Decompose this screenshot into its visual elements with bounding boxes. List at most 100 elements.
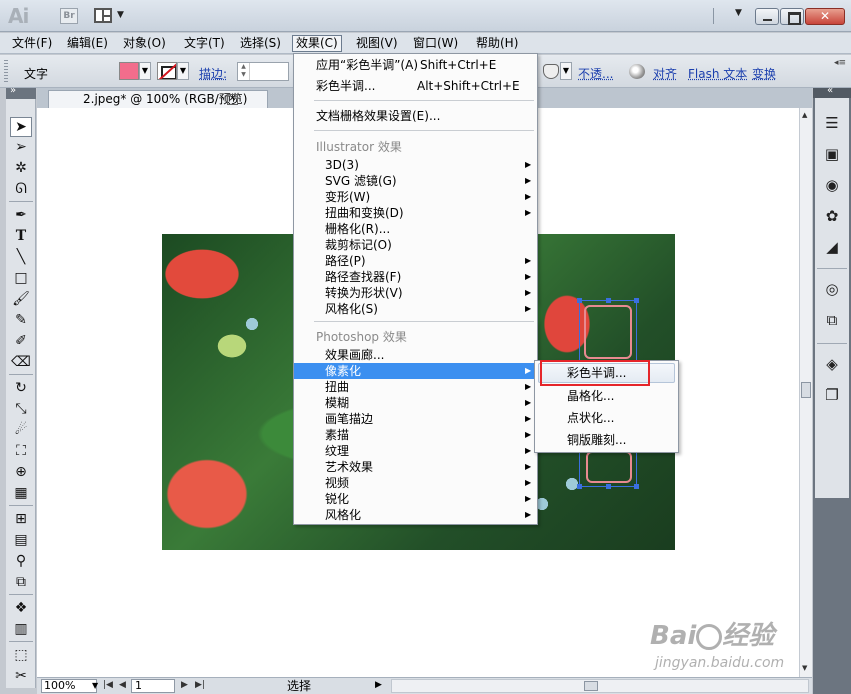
transparency-panel-icon[interactable]: ◉: [823, 176, 841, 194]
stroke-dropdown-chevron-icon[interactable]: ▼: [177, 62, 189, 80]
pencil-tool-icon[interactable]: ✎: [10, 310, 32, 330]
gradient-panel-icon[interactable]: ▣: [823, 145, 841, 163]
eyedropper-tool-icon[interactable]: ⚲: [10, 551, 32, 571]
resize-handle[interactable]: [634, 484, 639, 489]
menu-item-distort[interactable]: 扭曲 ▶: [294, 379, 537, 395]
close-button[interactable]: [805, 8, 845, 25]
menu-item-crop-marks[interactable]: 裁剪标记(O): [294, 237, 537, 253]
rotate-tool-icon[interactable]: ↻: [10, 378, 32, 398]
color-panel-icon[interactable]: ☰: [823, 114, 841, 132]
last-artboard-icon[interactable]: ▶|: [195, 680, 205, 690]
menu-item-blur[interactable]: 模糊 ▶: [294, 395, 537, 411]
close-tab-icon[interactable]: ✕: [227, 94, 238, 105]
previous-artboard-icon[interactable]: ◀: [119, 680, 126, 690]
align-link[interactable]: 对齐: [653, 65, 677, 82]
menu-item-artistic[interactable]: 艺术效果 ▶: [294, 459, 537, 475]
gradient-tool-icon[interactable]: ▤: [10, 530, 32, 550]
lasso-tool-icon[interactable]: ᘏ: [10, 179, 32, 199]
minimize-button[interactable]: [755, 8, 779, 25]
arrange-documents-button[interactable]: ▼: [94, 7, 128, 25]
artboards-panel-icon[interactable]: ❐: [823, 386, 841, 404]
brushes-panel-icon[interactable]: ◢: [823, 238, 841, 256]
menu-item-svg-filters[interactable]: SVG 滤镜(G) ▶: [294, 173, 537, 189]
fill-dropdown-chevron-icon[interactable]: ▼: [139, 62, 151, 80]
pen-tool-icon[interactable]: ✒: [10, 205, 32, 225]
fill-color-swatch[interactable]: [119, 62, 139, 80]
shape-builder-tool-icon[interactable]: ⊕: [10, 462, 32, 482]
menu-item-video[interactable]: 视频 ▶: [294, 475, 537, 491]
style-dropdown-chevron-icon[interactable]: ▼: [560, 62, 572, 80]
menu-item-convert-to-shape[interactable]: 转换为形状(V) ▶: [294, 285, 537, 301]
menu-file[interactable]: 文件(F): [9, 35, 55, 52]
scroll-up-arrow-icon[interactable]: ▲: [802, 111, 807, 119]
menu-item-sketch[interactable]: 素描 ▶: [294, 427, 537, 443]
resize-handle[interactable]: [606, 298, 611, 303]
style-swatch-icon[interactable]: [543, 64, 559, 79]
selection-tool-icon[interactable]: ➤: [10, 117, 32, 137]
swatches-panel-icon[interactable]: ✿: [823, 207, 841, 225]
direct-selection-tool-icon[interactable]: ➢: [10, 137, 32, 157]
graphic-styles-panel-icon[interactable]: ⧉: [823, 311, 841, 329]
menu-item-apply-last-effect[interactable]: 应用“彩色半调”(A) Shift+Ctrl+E: [294, 57, 537, 73]
zoom-dropdown-chevron-icon[interactable]: ▼: [92, 680, 98, 692]
menu-item-rasterize[interactable]: 栅格化(R)...: [294, 221, 537, 237]
menu-item-brush-strokes[interactable]: 画笔描边 ▶: [294, 411, 537, 427]
menu-item-warp[interactable]: 变形(W) ▶: [294, 189, 537, 205]
menu-item-pixelate[interactable]: 像素化 ▶: [294, 363, 537, 379]
blob-brush-tool-icon[interactable]: ✐: [10, 331, 32, 351]
free-transform-tool-icon[interactable]: ⛶: [10, 441, 32, 461]
type-tool-icon[interactable]: T: [10, 226, 32, 246]
next-artboard-icon[interactable]: ▶: [181, 680, 188, 690]
resize-handle[interactable]: [577, 484, 582, 489]
menu-item-stylize-illustrator[interactable]: 风格化(S) ▶: [294, 301, 537, 317]
menu-item-effect-gallery[interactable]: 效果画廊...: [294, 347, 537, 363]
column-graph-tool-icon[interactable]: ▥: [10, 619, 32, 639]
transform-link[interactable]: 变换: [752, 65, 776, 82]
appearance-panel-icon[interactable]: ◎: [823, 280, 841, 298]
slice-tool-icon[interactable]: ✂: [10, 666, 32, 686]
paintbrush-tool-icon[interactable]: 🖌: [10, 289, 32, 309]
document-tab[interactable]: 2.jpeg* @ 100% (RGB/预览) ✕: [48, 90, 268, 108]
menu-item-sharpen[interactable]: 锐化 ▶: [294, 491, 537, 507]
stroke-weight-field[interactable]: ▲ ▼: [237, 62, 289, 81]
blend-tool-icon[interactable]: ⧉: [10, 572, 32, 592]
menu-help[interactable]: 帮助(H): [473, 35, 521, 52]
vertical-scroll-thumb[interactable]: [801, 382, 811, 398]
menu-item-path[interactable]: 路径(P) ▶: [294, 253, 537, 269]
dock-collapse-icon[interactable]: [813, 85, 851, 98]
artboard-number-field[interactable]: 1: [131, 679, 175, 693]
menu-item-distort-transform[interactable]: 扭曲和变换(D) ▶: [294, 205, 537, 221]
menu-item-last-effect[interactable]: 彩色半调... Alt+Shift+Ctrl+E: [294, 78, 537, 94]
submenu-item-pointillize[interactable]: 点状化...: [535, 408, 678, 428]
menu-window[interactable]: 窗口(W): [410, 35, 461, 52]
rectangle-tool-icon[interactable]: □: [10, 268, 32, 288]
resize-handle[interactable]: [634, 298, 639, 303]
mesh-tool-icon[interactable]: ⊞: [10, 509, 32, 529]
stroke-none-swatch[interactable]: [157, 62, 177, 80]
menu-edit[interactable]: 编辑(E): [64, 35, 111, 52]
status-menu-arrow-icon[interactable]: ▶: [375, 680, 382, 690]
menu-item-pathfinder[interactable]: 路径查找器(F) ▶: [294, 269, 537, 285]
recolor-globe-icon[interactable]: [629, 64, 645, 79]
scale-tool-icon[interactable]: ⤡: [10, 399, 32, 419]
menu-item-texture[interactable]: 纹理 ▶: [294, 443, 537, 459]
panel-grip[interactable]: [4, 60, 8, 83]
menu-item-raster-effects-settings[interactable]: 文档栅格效果设置(E)...: [294, 108, 537, 124]
menu-type[interactable]: 文字(T): [181, 35, 228, 52]
layers-panel-icon[interactable]: ◈: [823, 355, 841, 373]
magic-wand-tool-icon[interactable]: ✲: [10, 158, 32, 178]
menu-item-stylize-photoshop[interactable]: 风格化 ▶: [294, 507, 537, 523]
menu-select[interactable]: 选择(S): [237, 35, 284, 52]
menu-view[interactable]: 视图(V): [353, 35, 401, 52]
resize-handle[interactable]: [577, 298, 582, 303]
opacity-link[interactable]: 不透...: [578, 65, 613, 82]
panel-menu-icon[interactable]: ◂≡: [834, 58, 846, 68]
workspace-switcher-chevron-icon[interactable]: ▼: [735, 8, 742, 18]
toolbox-collapse-icon[interactable]: [6, 85, 36, 99]
restore-button[interactable]: [780, 8, 804, 25]
vertical-scrollbar[interactable]: ▲ ▼: [799, 108, 812, 677]
menu-effect[interactable]: 效果(C): [292, 35, 342, 52]
bridge-button[interactable]: Br: [60, 8, 78, 24]
submenu-item-crystallize[interactable]: 晶格化...: [535, 386, 678, 406]
warp-tool-icon[interactable]: ☄: [10, 420, 32, 440]
